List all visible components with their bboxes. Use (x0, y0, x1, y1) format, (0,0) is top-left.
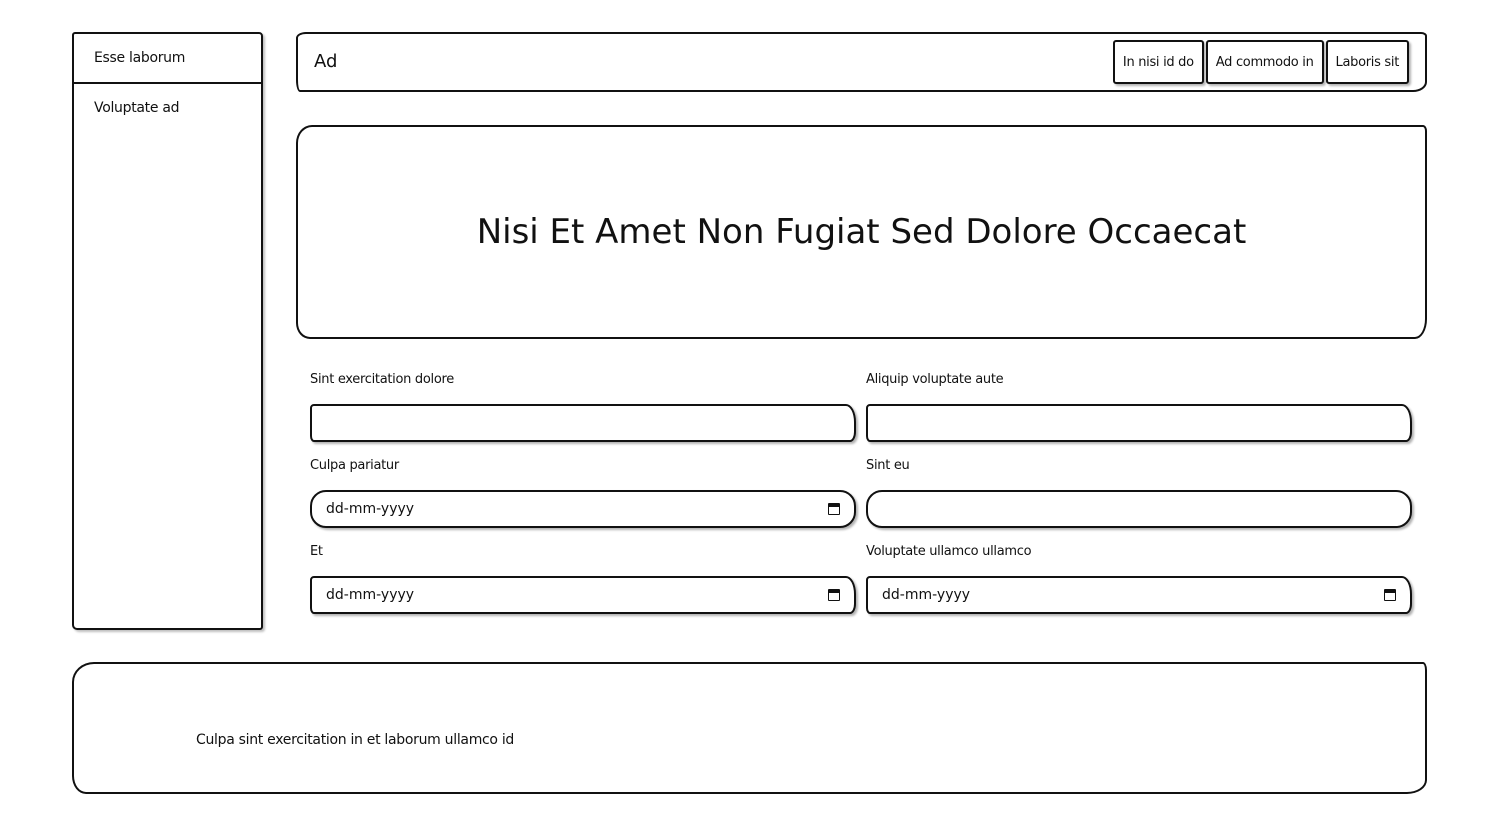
laboris-sit-button[interactable]: Laboris sit (1325, 40, 1409, 84)
date-placeholder: dd-mm-yyyy (326, 587, 415, 603)
sidebar-item-label: Esse laborum (94, 50, 186, 66)
field-culpa-pariatur: Culpa pariatur dd-mm-yyyy (310, 458, 856, 528)
sidebar-item-voluptate-ad[interactable]: Voluptate ad (74, 84, 261, 134)
field-label: Et (310, 544, 323, 559)
field-aliquip-voluptate-aute: Aliquip voluptate aute (866, 372, 1412, 442)
sidebar: Esse laborum Voluptate ad (72, 32, 263, 630)
field-sint-exercitation-dolore: Sint exercitation dolore (310, 372, 856, 442)
date-placeholder: dd-mm-yyyy (326, 501, 415, 517)
top-bar-title: Ad (314, 51, 338, 72)
top-bar: Ad In nisi id do Ad commodo in Laboris s… (296, 32, 1427, 92)
calendar-icon[interactable] (828, 503, 840, 515)
field-sint-eu: Sint eu (866, 458, 1412, 528)
culpa-pariatur-date-input[interactable]: dd-mm-yyyy (310, 490, 856, 528)
footer: Culpa sint exercitation in et laborum ul… (72, 662, 1427, 794)
top-bar-actions: In nisi id do Ad commodo in Laboris sit (1112, 40, 1409, 84)
in-nisi-id-do-button[interactable]: In nisi id do (1112, 40, 1204, 84)
field-label: Voluptate ullamco ullamco (866, 544, 1032, 559)
sidebar-item-esse-laborum[interactable]: Esse laborum (74, 34, 261, 84)
form: Sint exercitation dolore Aliquip volupta… (310, 372, 1414, 622)
field-label: Sint eu (866, 458, 910, 473)
calendar-icon[interactable] (828, 589, 840, 601)
field-label: Culpa pariatur (310, 458, 399, 473)
ad-commodo-in-button[interactable]: Ad commodo in (1205, 40, 1324, 84)
aliquip-voluptate-aute-input[interactable] (866, 404, 1412, 442)
et-date-input[interactable]: dd-mm-yyyy (310, 576, 856, 614)
field-label: Sint exercitation dolore (310, 372, 454, 387)
sint-exercitation-dolore-input[interactable] (310, 404, 856, 442)
date-placeholder: dd-mm-yyyy (882, 587, 971, 603)
field-et: Et dd-mm-yyyy (310, 544, 856, 614)
sidebar-item-label: Voluptate ad (94, 100, 180, 116)
hero-banner: Nisi Et Amet Non Fugiat Sed Dolore Occae… (296, 125, 1427, 339)
sint-eu-input[interactable] (866, 490, 1412, 528)
voluptate-ullamco-ullamco-date-input[interactable]: dd-mm-yyyy (866, 576, 1412, 614)
field-label: Aliquip voluptate aute (866, 372, 1004, 387)
footer-text: Culpa sint exercitation in et laborum ul… (196, 732, 515, 748)
calendar-icon[interactable] (1384, 589, 1396, 601)
field-voluptate-ullamco-ullamco: Voluptate ullamco ullamco dd-mm-yyyy (866, 544, 1412, 614)
hero-title: Nisi Et Amet Non Fugiat Sed Dolore Occae… (476, 212, 1247, 252)
